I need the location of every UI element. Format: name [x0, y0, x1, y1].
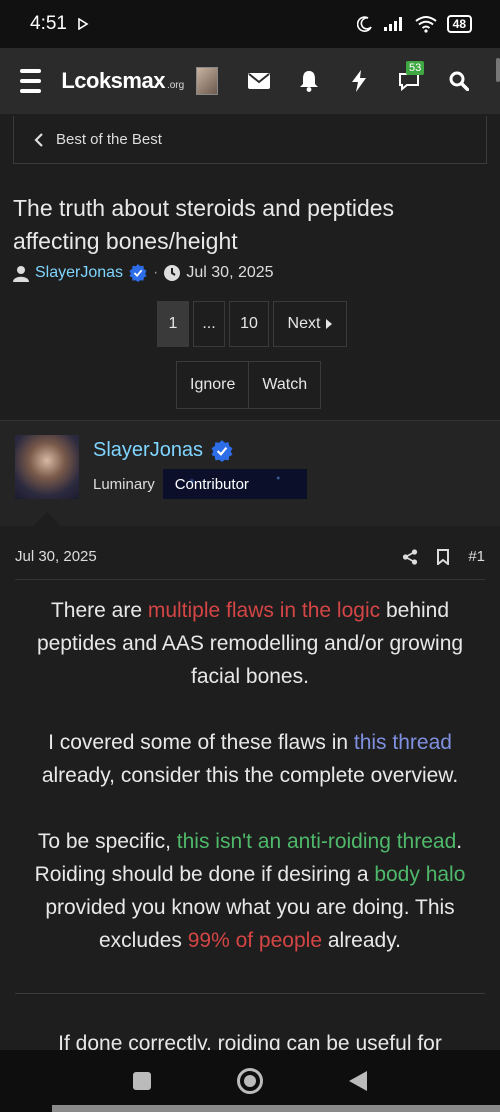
verified-badge-icon	[129, 264, 147, 282]
nav-avatar[interactable]	[196, 67, 218, 95]
envelope-icon	[248, 73, 270, 89]
meta-separator: ·	[153, 264, 159, 281]
thread-title: The truth about steroids and peptides af…	[13, 195, 395, 254]
user-icon	[13, 265, 29, 282]
post-paragraph: I covered some of these flaws in this th…	[41, 731, 459, 787]
notification-badge: 53	[406, 61, 425, 75]
gesture-handle	[52, 1105, 500, 1112]
post-actions: #1	[402, 548, 485, 565]
post-number[interactable]: #1	[468, 548, 485, 565]
bookmark-icon[interactable]	[436, 548, 450, 565]
user-name-row: SlayerJonas	[93, 439, 233, 462]
post-arrow	[33, 512, 61, 526]
home-icon[interactable]	[236, 1067, 264, 1095]
bell-icon	[300, 71, 318, 92]
signal-icon	[383, 17, 402, 31]
status-bar: 4:51 48	[0, 0, 500, 48]
battery-indicator: 48	[446, 15, 472, 33]
post-paragraph: There are multiple flaws in the logic be…	[36, 599, 464, 688]
watch-button[interactable]: Watch	[248, 362, 320, 408]
chevron-left-icon	[34, 132, 43, 147]
thread-author-link[interactable]: SlayerJonas	[35, 264, 123, 282]
next-page-button[interactable]: Next	[273, 301, 347, 347]
page-10-button[interactable]: 10	[229, 301, 269, 347]
lightning-icon	[352, 70, 366, 92]
thread-actions: Ignore Watch	[176, 361, 322, 409]
conversations-button[interactable]: 53	[384, 61, 434, 101]
caret-right-icon	[326, 319, 333, 329]
page-1-button[interactable]: 1	[157, 301, 189, 347]
moon-icon	[356, 16, 372, 32]
post-body: There are multiple flaws in the logic be…	[15, 594, 485, 990]
alerts-button[interactable]	[284, 61, 334, 101]
site-logo[interactable]: Lcoksmax .org	[61, 68, 184, 94]
breadcrumb[interactable]: Best of the Best	[13, 116, 487, 164]
logo-tld: .org	[166, 80, 185, 91]
scrollbar[interactable]	[496, 58, 500, 82]
top-nav: Lcoksmax .org 53	[0, 48, 500, 114]
whats-new-button[interactable]	[334, 61, 384, 101]
post-date[interactable]: Jul 30, 2025	[15, 548, 97, 565]
page-ellipsis-button[interactable]: ...	[193, 301, 225, 347]
next-label: Next	[287, 315, 321, 332]
search-button[interactable]	[434, 61, 484, 101]
user-role-row: Luminary Contributor	[93, 469, 307, 499]
post-header: Jul 30, 2025 #1	[15, 534, 485, 580]
clock-icon	[164, 265, 181, 281]
verified-badge-icon	[211, 439, 233, 462]
user-name-link[interactable]: SlayerJonas	[93, 439, 203, 462]
post-user-block: SlayerJonas Luminary Contributor	[0, 420, 500, 526]
inbox-button[interactable]	[234, 61, 284, 101]
back-icon[interactable]	[348, 1070, 368, 1092]
user-avatar[interactable]	[15, 435, 79, 499]
post-divider	[15, 993, 485, 994]
user-title: Luminary	[93, 475, 155, 493]
thread-meta: SlayerJonas · Jul 30, 2025	[13, 264, 274, 282]
ignore-button[interactable]: Ignore	[177, 362, 248, 408]
thread-link[interactable]: this thread	[354, 731, 452, 754]
status-left: 4:51	[30, 13, 89, 35]
share-icon[interactable]	[402, 548, 418, 565]
logo-text: Lcoksmax	[61, 68, 165, 93]
breadcrumb-label: Best of the Best	[56, 131, 162, 148]
play-icon	[78, 18, 89, 30]
contributor-banner: Contributor	[163, 469, 307, 499]
status-right: 48	[356, 15, 472, 33]
wifi-icon	[415, 16, 437, 33]
search-icon	[449, 71, 469, 91]
pagination: 1 ... 10 Next	[157, 301, 347, 347]
post-paragraph: To be specific, this isn't an anti-roidi…	[34, 830, 466, 952]
thread-date[interactable]: Jul 30, 2025	[186, 264, 273, 282]
menu-icon[interactable]	[20, 69, 42, 93]
nav-icons: 53	[234, 61, 484, 101]
system-nav-bar	[0, 1050, 500, 1112]
recents-icon[interactable]	[132, 1071, 152, 1091]
status-time: 4:51	[30, 13, 67, 34]
